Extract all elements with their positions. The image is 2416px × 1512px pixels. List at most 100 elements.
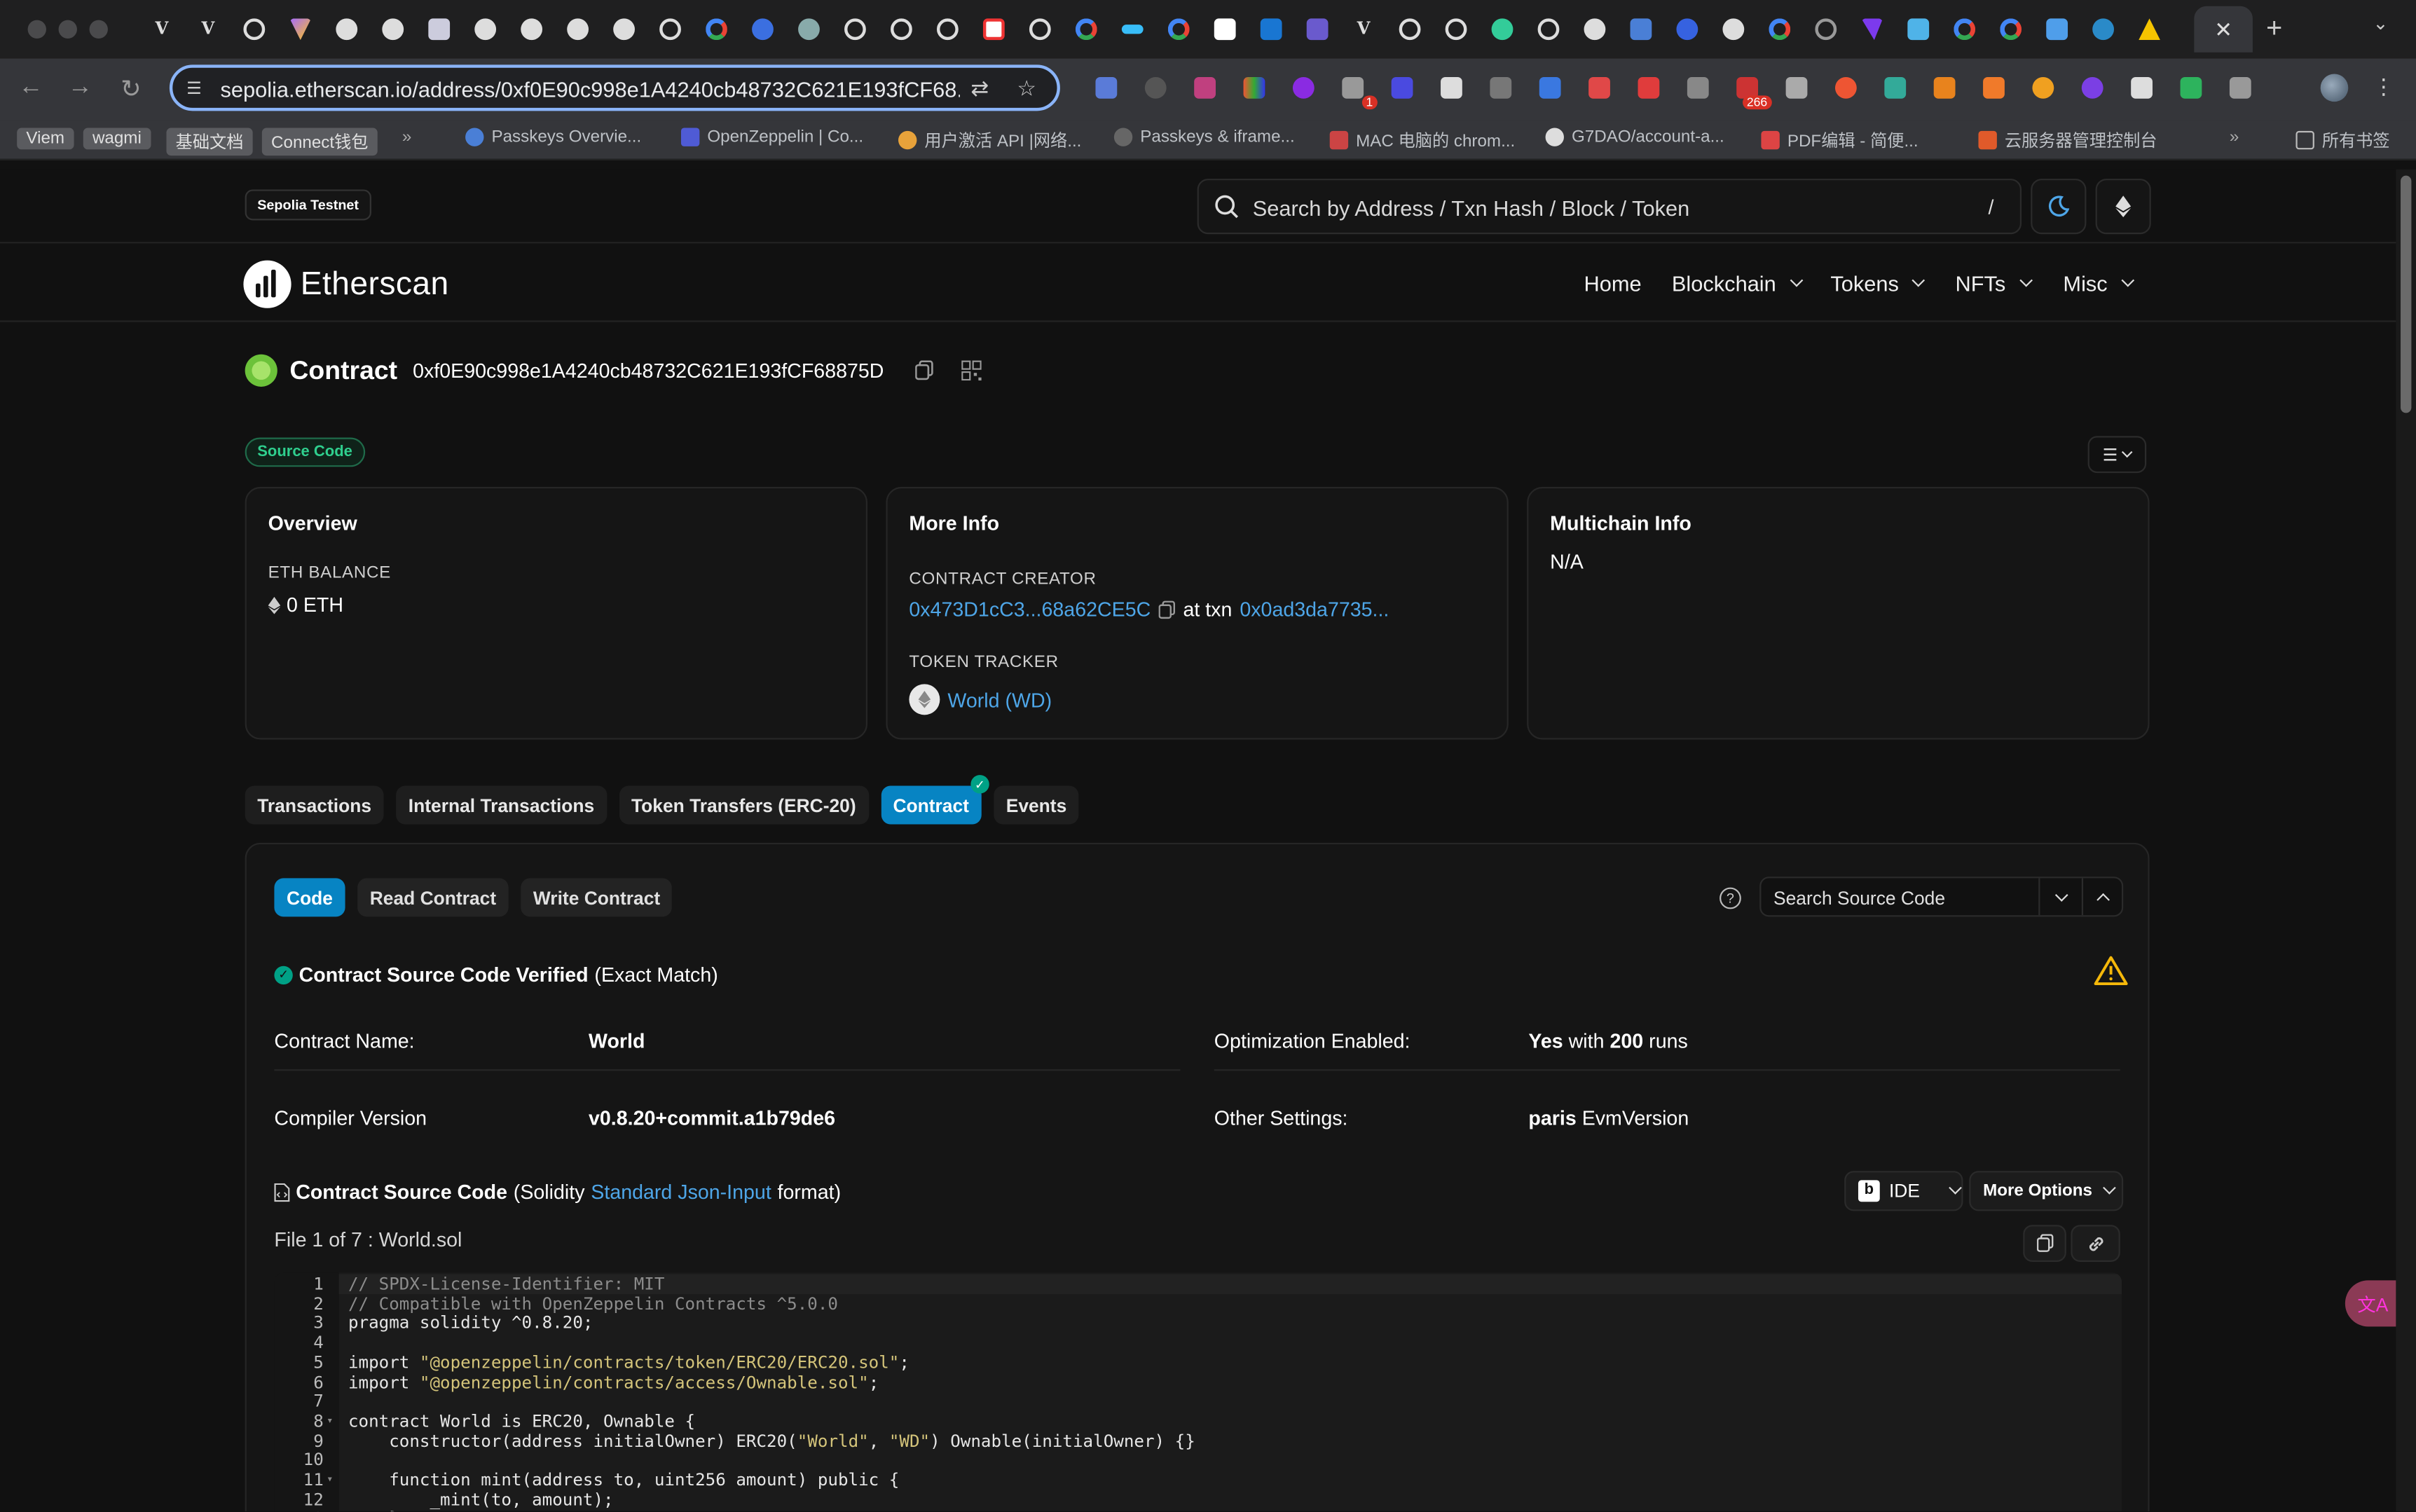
browser-tab[interactable]: [1572, 14, 1618, 45]
bookmark-item[interactable]: PDF编辑 - 简便...: [1761, 128, 1919, 153]
browser-tab[interactable]: [1063, 14, 1109, 45]
browser-tab[interactable]: [1387, 14, 1433, 45]
browser-tab[interactable]: [1202, 14, 1248, 45]
close-window-button[interactable]: [27, 20, 46, 39]
extension-button[interactable]: [1673, 74, 1722, 102]
browser-tab[interactable]: [324, 14, 370, 45]
browser-tab[interactable]: [1017, 14, 1063, 45]
extension-button[interactable]: [1772, 74, 1821, 102]
browser-tab[interactable]: [832, 14, 878, 45]
forward-arrow-icon[interactable]: →: [64, 74, 95, 102]
site-settings-icon[interactable]: ☰: [186, 78, 205, 98]
browser-tab[interactable]: [694, 14, 740, 45]
tab-search-chevron-icon[interactable]: ⌄: [2373, 13, 2388, 34]
subtab-read-contract[interactable]: Read Contract: [357, 878, 509, 917]
extension-button[interactable]: [2117, 74, 2166, 102]
browser-tab[interactable]: V: [139, 14, 185, 45]
network-badge[interactable]: Sepolia Testnet: [245, 189, 371, 221]
browser-tab[interactable]: [1942, 14, 1988, 45]
standard-json-link[interactable]: Standard Json-Input: [591, 1180, 771, 1203]
bookmark-item[interactable]: G7DAO/account-a...: [1545, 128, 1724, 146]
extension-button[interactable]: 1: [1329, 74, 1378, 110]
bookmark-item[interactable]: Passkeys & iframe...: [1113, 128, 1295, 146]
browser-tab[interactable]: [647, 14, 694, 45]
extension-button[interactable]: [2019, 74, 2068, 102]
extension-button[interactable]: [1230, 74, 1279, 102]
bookmarks-overflow-chevron-icon[interactable]: »: [2230, 128, 2239, 146]
browser-tab[interactable]: [1109, 14, 1155, 45]
browser-tab[interactable]: [878, 14, 924, 45]
minimize-window-button[interactable]: [58, 20, 77, 39]
bookmark-item[interactable]: Viem: [17, 128, 74, 150]
browser-tab[interactable]: [601, 14, 647, 45]
creator-address-link[interactable]: 0x473D1cC3...68a62CE5C: [909, 598, 1151, 621]
tab-token-transfers[interactable]: Token Transfers (ERC-20): [619, 785, 869, 825]
browser-tab[interactable]: [1710, 14, 1757, 45]
extension-button[interactable]: [2068, 74, 2117, 102]
bookmark-item[interactable]: Connect钱包: [261, 128, 378, 156]
scrollbar-thumb[interactable]: [2401, 175, 2412, 413]
translate-float-button[interactable]: 文A: [2345, 1280, 2396, 1327]
bookmark-item[interactable]: 用户激活 API |网络...: [898, 128, 1081, 153]
extension-button[interactable]: [1574, 74, 1624, 102]
extension-button[interactable]: [2167, 74, 2216, 102]
browser-tab[interactable]: [1294, 14, 1340, 45]
back-arrow-icon[interactable]: ←: [15, 74, 46, 102]
token-tracker-link[interactable]: World (WD): [947, 688, 1052, 711]
browser-tab[interactable]: [509, 14, 555, 45]
copy-icon[interactable]: [914, 360, 933, 381]
browser-tab[interactable]: [277, 14, 324, 45]
browser-tab[interactable]: [1988, 14, 2034, 45]
extension-button[interactable]: [1427, 74, 1476, 102]
qr-code-icon[interactable]: [961, 360, 981, 381]
browser-tab[interactable]: [1803, 14, 1849, 45]
browser-tab[interactable]: [1525, 14, 1572, 45]
bookmark-item[interactable]: 基础文档: [166, 128, 253, 156]
extension-button[interactable]: [1969, 74, 2018, 102]
browser-tab[interactable]: [1618, 14, 1664, 45]
tab-internal-transactions[interactable]: Internal Transactions: [396, 785, 607, 825]
zoom-window-button[interactable]: [89, 20, 108, 39]
source-code-badge[interactable]: Source Code: [245, 437, 365, 467]
tab-events[interactable]: Events: [994, 785, 1079, 825]
address-bar[interactable]: ☰ sepolia.etherscan.io/address/0xf0E90c9…: [169, 64, 1060, 111]
all-bookmarks-folder[interactable]: 所有书签: [2295, 128, 2390, 153]
theme-toggle-button[interactable]: [2031, 179, 2087, 235]
browser-tab[interactable]: [416, 14, 462, 45]
browser-tab[interactable]: [1849, 14, 1895, 45]
bookmarks-overflow-chevron-icon[interactable]: »: [402, 128, 411, 146]
extension-button[interactable]: [1821, 74, 1870, 102]
nav-home[interactable]: Home: [1584, 271, 1642, 296]
etherscan-logo[interactable]: Etherscan: [243, 260, 448, 308]
open-in-ide-dropdown[interactable]: b IDE: [1844, 1171, 1963, 1211]
browser-tab[interactable]: [231, 14, 277, 45]
nav-misc[interactable]: Misc: [2063, 271, 2134, 296]
bookmark-star-icon[interactable]: ☆: [1017, 76, 1036, 102]
browser-tab[interactable]: [2080, 14, 2127, 45]
browser-tab[interactable]: [2034, 14, 2080, 45]
subtab-code[interactable]: Code: [274, 878, 345, 917]
extension-button[interactable]: [1279, 74, 1328, 102]
subtab-write-contract[interactable]: Write Contract: [521, 878, 673, 917]
extensions-menu-button[interactable]: [2216, 74, 2265, 102]
fold-toggle-icon[interactable]: ▾: [327, 1414, 333, 1427]
permalink-button[interactable]: [2071, 1225, 2120, 1262]
nav-tokens[interactable]: Tokens: [1830, 271, 1926, 296]
help-icon[interactable]: ?: [1720, 887, 1741, 909]
copy-icon[interactable]: [1158, 600, 1175, 619]
more-options-dropdown[interactable]: More Options: [1969, 1171, 2124, 1211]
browser-tab[interactable]: [1248, 14, 1294, 45]
browser-tab[interactable]: [1433, 14, 1479, 45]
more-menu-icon[interactable]: ⋮: [2373, 74, 2394, 100]
extension-button[interactable]: [1920, 74, 1969, 102]
extension-button[interactable]: [1476, 74, 1525, 102]
browser-tab[interactable]: [1479, 14, 1525, 45]
creation-txn-link[interactable]: 0x0ad3da7735...: [1240, 598, 1389, 621]
search-prev-button[interactable]: [2081, 878, 2123, 916]
browser-tab[interactable]: V: [1340, 14, 1387, 45]
browser-tab[interactable]: [1895, 14, 1942, 45]
url-text[interactable]: sepolia.etherscan.io/address/0xf0E90c998…: [220, 77, 960, 102]
browser-tab[interactable]: V: [185, 14, 231, 45]
fold-toggle-icon[interactable]: ▾: [327, 1473, 333, 1485]
extension-button[interactable]: [1871, 74, 1920, 102]
